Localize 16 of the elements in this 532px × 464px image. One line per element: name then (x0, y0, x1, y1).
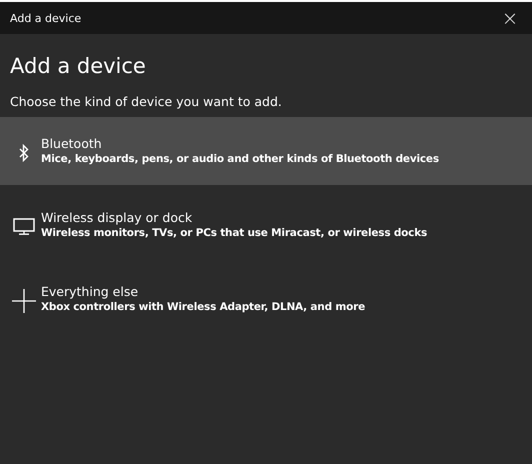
bluetooth-icon (18, 144, 28, 162)
option-description: Mice, keyboards, pens, or audio and other kinds of Bluetooth devices (41, 152, 439, 166)
option-title: Everything else (41, 284, 138, 300)
option-title: Bluetooth (41, 136, 102, 152)
option-description: Wireless monitors, TVs, or PCs that use Miracast, or wireless docks (41, 226, 428, 240)
option-title: Wireless display or dock (41, 210, 192, 226)
dialog-heading: Add a device (10, 53, 147, 80)
close-button[interactable]: × (488, 2, 532, 34)
device-option[interactable]: Wireless display or dock Wireless monitors, TVs, or PCs that use Miracast, or wireless docks (0, 191, 532, 259)
option-description: Xbox controllers with Wireless Adapter, DLNA, and more (41, 300, 365, 314)
device-option[interactable]: Bluetooth Mice, keyboards, pens, or audio and other kinds of Bluetooth devices (0, 117, 532, 185)
monitor-icon (12, 218, 34, 235)
plus-icon (12, 288, 36, 312)
device-option[interactable]: Everything else Xbox controllers with Wireless Adapter, DLNA, and more (0, 265, 532, 333)
window-title: Add a device (10, 12, 82, 24)
instruction-text: Choose the kind of device you want to add. (10, 93, 283, 111)
